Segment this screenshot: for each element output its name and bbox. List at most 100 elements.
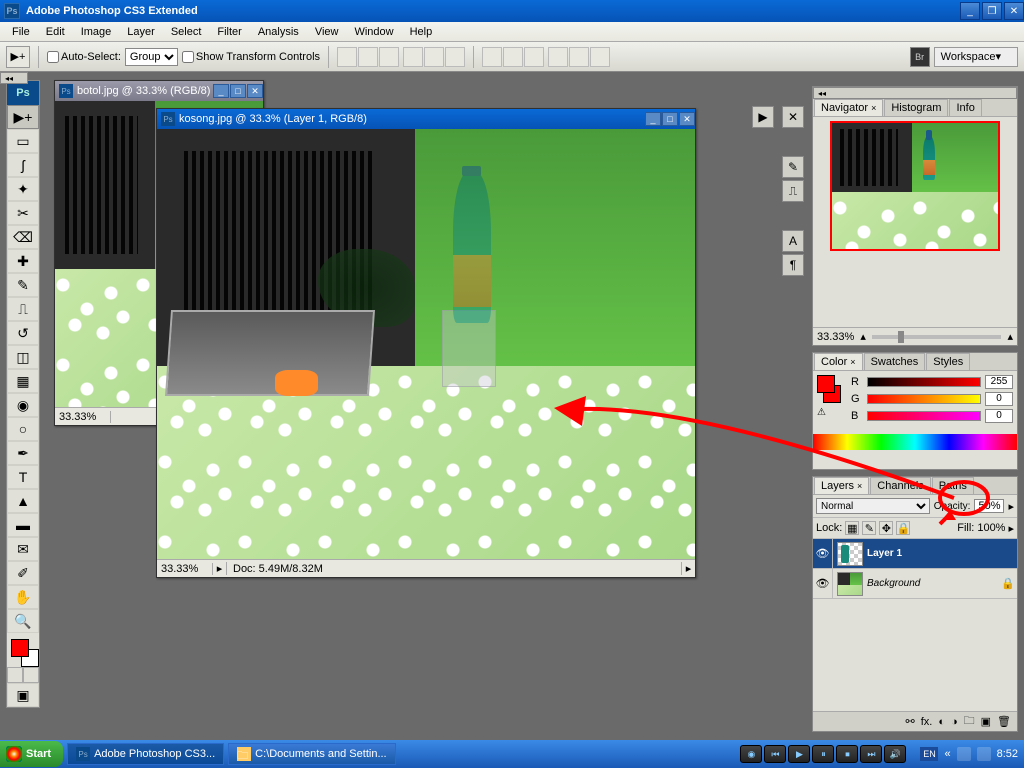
zoom-in-icon[interactable]: ▴ bbox=[1007, 330, 1013, 343]
info-tab[interactable]: Info bbox=[949, 99, 981, 116]
r-slider[interactable] bbox=[867, 377, 981, 387]
taskbar-item-explorer[interactable]: 🗀C:\Documents and Settin... bbox=[228, 743, 395, 765]
zoom-out-icon[interactable]: ▴ bbox=[860, 330, 866, 343]
distribute-bottom-button[interactable] bbox=[524, 47, 544, 67]
wand-tool[interactable]: ✦ bbox=[7, 177, 39, 201]
lasso-tool[interactable]: ʃ bbox=[7, 153, 39, 177]
menu-help[interactable]: Help bbox=[402, 24, 441, 40]
menu-view[interactable]: View bbox=[307, 24, 347, 40]
navigator-zoom[interactable]: 33.33% bbox=[817, 331, 854, 343]
dock-clone-icon[interactable]: ⎍ bbox=[782, 180, 804, 202]
lock-position-button[interactable]: ✥ bbox=[879, 521, 893, 535]
restore-button[interactable]: ❐ bbox=[982, 2, 1002, 20]
align-right-button[interactable] bbox=[445, 47, 465, 67]
next-button[interactable]: ⏭ bbox=[860, 745, 882, 763]
blur-tool[interactable]: ◉ bbox=[7, 393, 39, 417]
lock-all-button[interactable]: 🔒 bbox=[896, 521, 910, 535]
new-group-button[interactable]: 🗀 bbox=[964, 712, 975, 731]
dodge-tool[interactable]: ○ bbox=[7, 417, 39, 441]
bridge-button[interactable]: Br bbox=[910, 47, 930, 67]
swatches-tab[interactable]: Swatches bbox=[864, 353, 926, 370]
menu-select[interactable]: Select bbox=[163, 24, 210, 40]
screen-mode-button[interactable]: ▣ bbox=[7, 683, 39, 707]
document-window-kosong[interactable]: Ps kosong.jpg @ 33.3% (Layer 1, RGB/8) _… bbox=[156, 108, 696, 578]
eraser-tool[interactable]: ◫ bbox=[7, 345, 39, 369]
media-player-controls[interactable]: ◉ ⏮ ▶ ⏸ ⏹ ⏭ 🔊 bbox=[740, 745, 906, 763]
vol-button[interactable]: 🔊 bbox=[884, 745, 906, 763]
tray-icon[interactable] bbox=[957, 747, 971, 761]
show-transform-checkbox[interactable]: Show Transform Controls bbox=[182, 51, 320, 63]
align-left-button[interactable] bbox=[403, 47, 423, 67]
adjustment-layer-button[interactable]: ◑ bbox=[951, 716, 958, 728]
opacity-input[interactable]: 50% bbox=[974, 499, 1004, 513]
player-icon[interactable]: ◉ bbox=[740, 745, 762, 763]
menu-layer[interactable]: Layer bbox=[119, 24, 163, 40]
blend-mode-dropdown[interactable]: Normal bbox=[816, 498, 930, 514]
dock-play-icon[interactable]: ▶ bbox=[752, 106, 774, 128]
distribute-vcenter-button[interactable] bbox=[503, 47, 523, 67]
clock[interactable]: 8:52 bbox=[997, 748, 1018, 760]
layer-style-button[interactable]: fx. bbox=[921, 716, 933, 728]
color-swatches[interactable] bbox=[7, 637, 39, 667]
paths-tab[interactable]: Paths bbox=[932, 477, 974, 494]
new-layer-button[interactable]: ▣ bbox=[981, 715, 991, 728]
dock-tools-icon[interactable]: ✕ bbox=[782, 106, 804, 128]
auto-select-dropdown[interactable]: Group bbox=[125, 48, 178, 66]
layer-row-background[interactable]: 👁 Background 🔒 bbox=[813, 569, 1017, 599]
b-slider[interactable] bbox=[867, 411, 981, 421]
path-select-tool[interactable]: ▲ bbox=[7, 489, 39, 513]
marquee-tool[interactable]: ▭ bbox=[7, 129, 39, 153]
fill-arrow-icon[interactable]: ▸ bbox=[1008, 522, 1014, 535]
move-tool[interactable]: ▶+ bbox=[7, 105, 39, 129]
heal-tool[interactable]: ✚ bbox=[7, 249, 39, 273]
pen-tool[interactable]: ✒ bbox=[7, 441, 39, 465]
menu-image[interactable]: Image bbox=[73, 24, 120, 40]
doc-zoom-kosong[interactable]: 33.33% bbox=[157, 563, 213, 575]
doc-close-button[interactable]: ✕ bbox=[679, 112, 695, 126]
visibility-icon[interactable]: 👁 bbox=[813, 569, 833, 598]
quickmask-mode-button[interactable] bbox=[23, 667, 39, 683]
stamp-tool[interactable]: ⎍ bbox=[7, 297, 39, 321]
zoom-tool[interactable]: 🔍 bbox=[7, 609, 39, 633]
menu-filter[interactable]: Filter bbox=[209, 24, 249, 40]
doc-zoom-botol[interactable]: 33.33% bbox=[55, 411, 111, 423]
lock-transparent-button[interactable]: ▦ bbox=[845, 521, 859, 535]
g-slider[interactable] bbox=[867, 394, 981, 404]
layer-mask-button[interactable]: ◐ bbox=[938, 716, 945, 728]
layer-thumbnail[interactable] bbox=[837, 542, 863, 566]
distribute-hcenter-button[interactable] bbox=[569, 47, 589, 67]
current-tool-indicator[interactable]: ▶+ bbox=[6, 46, 30, 68]
dock-collapse-2[interactable]: ◂◂ bbox=[0, 72, 28, 84]
hand-tool[interactable]: ✋ bbox=[7, 585, 39, 609]
layer-name[interactable]: Background bbox=[867, 578, 1001, 589]
close-button[interactable]: ✕ bbox=[1004, 2, 1024, 20]
play-button[interactable]: ▶ bbox=[788, 745, 810, 763]
fill-input[interactable]: 100% bbox=[977, 522, 1005, 534]
stop-button[interactable]: ⏹ bbox=[836, 745, 858, 763]
visibility-icon[interactable]: 👁 bbox=[813, 539, 833, 568]
align-hcenter-button[interactable] bbox=[424, 47, 444, 67]
workspace-dropdown[interactable]: Workspace ▾ bbox=[934, 47, 1018, 67]
minimize-button[interactable]: _ bbox=[960, 2, 980, 20]
r-value[interactable]: 255 bbox=[985, 375, 1013, 389]
doc-min-button[interactable]: _ bbox=[213, 84, 229, 98]
slice-tool[interactable]: ⌫ bbox=[7, 225, 39, 249]
channels-tab[interactable]: Channels bbox=[870, 477, 930, 494]
lock-pixels-button[interactable]: ✎ bbox=[862, 521, 876, 535]
standard-mode-button[interactable] bbox=[7, 667, 23, 683]
auto-select-checkbox[interactable]: Auto-Select: bbox=[47, 51, 121, 63]
align-bottom-button[interactable] bbox=[379, 47, 399, 67]
layers-tab[interactable]: Layers× bbox=[814, 477, 869, 494]
type-tool[interactable]: T bbox=[7, 465, 39, 489]
tray-expand-icon[interactable]: « bbox=[944, 748, 950, 760]
taskbar-item-photoshop[interactable]: PsAdobe Photoshop CS3... bbox=[67, 743, 224, 765]
eyedropper-tool[interactable]: ✐ bbox=[7, 561, 39, 585]
color-tab[interactable]: Color× bbox=[814, 353, 863, 370]
delete-layer-button[interactable]: 🗑 bbox=[997, 715, 1011, 728]
doc-min-button[interactable]: _ bbox=[645, 112, 661, 126]
doc-max-button[interactable]: □ bbox=[230, 84, 246, 98]
layer-row-layer1[interactable]: 👁 Layer 1 bbox=[813, 539, 1017, 569]
foreground-color-swatch[interactable] bbox=[11, 639, 29, 657]
layer-name[interactable]: Layer 1 bbox=[867, 548, 1017, 559]
distribute-right-button[interactable] bbox=[590, 47, 610, 67]
